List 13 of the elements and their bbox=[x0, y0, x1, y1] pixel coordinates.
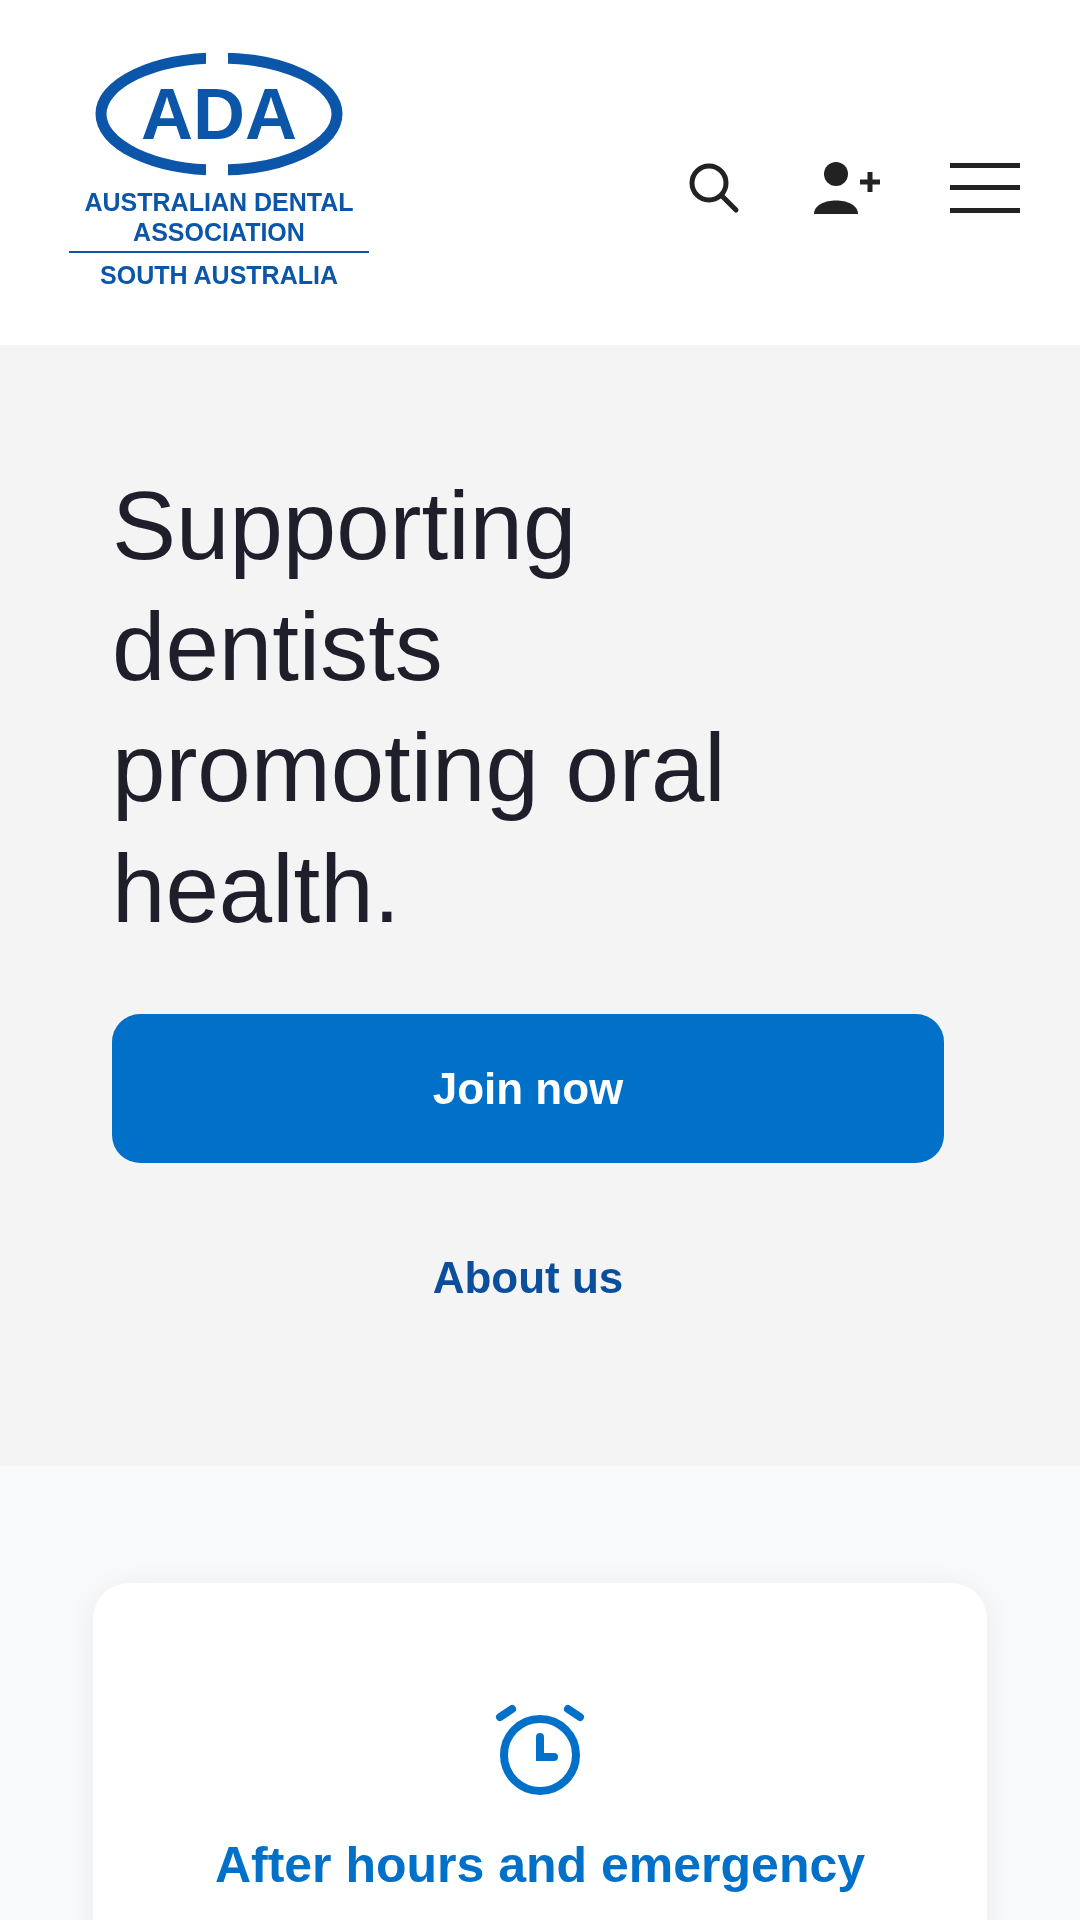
about-us-link[interactable]: About us bbox=[432, 1245, 624, 1311]
add-user-icon[interactable] bbox=[812, 159, 880, 216]
hero-title: Supporting dentists promoting oral health. bbox=[112, 471, 727, 944]
logo-text: ASSOCIATION bbox=[133, 216, 305, 247]
logo-region-text: SOUTH AUSTRALIA bbox=[100, 259, 338, 291]
logo-text: AUSTRALIAN DENTAL bbox=[84, 186, 354, 217]
alarm-clock-icon bbox=[494, 1703, 586, 1795]
join-now-button[interactable]: Join now bbox=[112, 1014, 944, 1163]
card-title: After hours and emergency bbox=[214, 1836, 866, 1895]
info-card[interactable]: After hours and emergency bbox=[93, 1583, 987, 1920]
logo[interactable]: ADA AUSTRALIAN DENTAL ASSOCIATION SOUTH AUSTRALIA bbox=[68, 50, 370, 295]
logo-emblem: ADA bbox=[94, 50, 344, 177]
menu-icon[interactable] bbox=[950, 162, 1020, 213]
